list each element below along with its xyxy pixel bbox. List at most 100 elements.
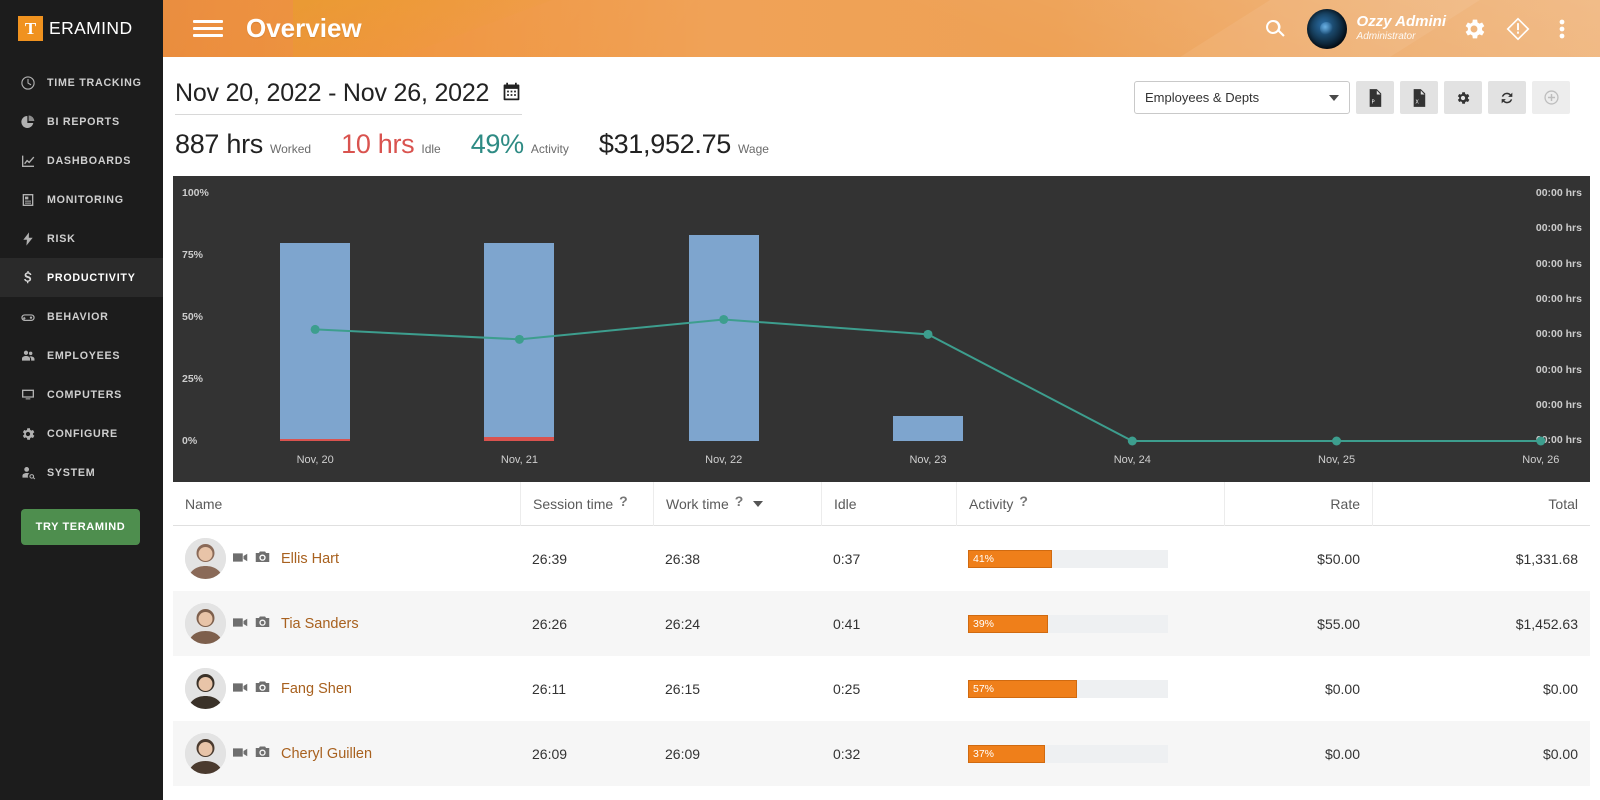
column-header-label: Total xyxy=(1548,495,1578,512)
column-header-label: Session time xyxy=(533,495,614,512)
cell-idle: 0:25 xyxy=(833,680,861,697)
sidebar-item-computers[interactable]: COMPUTERS xyxy=(0,375,163,414)
sidebar-item-label: MONITORING xyxy=(47,193,124,206)
employee-name-link[interactable]: Fang Shen xyxy=(281,681,352,697)
content-area: Nov 20, 2022 - Nov 26, 2022 Employees & … xyxy=(163,57,1600,800)
activity-percent-label: 41% xyxy=(973,552,995,565)
video-camera-icon[interactable] xyxy=(233,746,248,762)
cell-idle: 0:32 xyxy=(833,745,861,762)
help-icon[interactable]: ? xyxy=(1019,494,1028,508)
table-row[interactable]: Tia Sanders 26:26 26:24 0:41 39% $55.00 $1,452… xyxy=(173,591,1590,656)
productivity-chart[interactable]: 100% 75% 50% 25% 0% 00:00 hrs 00:00 hrs 00:00 h… xyxy=(173,176,1590,482)
cell-activity: 39% xyxy=(956,591,1224,656)
sidebar-item-dashboards[interactable]: DASHBOARDS xyxy=(0,141,163,180)
video-camera-icon[interactable] xyxy=(233,681,248,697)
user-menu[interactable]: Ozzy Admini Administrator xyxy=(1297,8,1452,49)
column-header-work[interactable]: Work time? xyxy=(653,481,821,526)
page-title: Overview xyxy=(246,13,362,43)
sidebar-item-time-tracking[interactable]: TIME TRACKING xyxy=(0,63,163,102)
column-header-name[interactable]: Name xyxy=(173,482,520,526)
table-row[interactable]: Cheryl Guillen 26:09 26:09 0:32 37% $0.00 $0.0… xyxy=(173,721,1590,786)
sidebar-item-bi-reports[interactable]: BI REPORTS xyxy=(0,102,163,141)
activity-bar-track: 57% xyxy=(968,679,1168,698)
kebab-menu-icon[interactable] xyxy=(1540,0,1584,57)
warning-diamond-icon[interactable] xyxy=(1496,0,1540,57)
export-excel-button[interactable]: X xyxy=(1400,81,1438,114)
date-range-picker[interactable]: Nov 20, 2022 - Nov 26, 2022 xyxy=(175,79,523,115)
sidebar-item-productivity[interactable]: PRODUCTIVITY xyxy=(0,258,163,297)
user-search-icon xyxy=(19,464,36,481)
refresh-button[interactable] xyxy=(1488,81,1526,114)
scope-select[interactable]: Employees & Depts xyxy=(1134,81,1350,114)
table-row[interactable]: Fang Shen 26:11 26:15 0:25 57% $0.00 $0.00 xyxy=(173,656,1590,721)
help-icon[interactable]: ? xyxy=(735,494,744,508)
calendar-icon[interactable] xyxy=(501,81,522,107)
activity-bar-fill: 39% xyxy=(968,614,1049,633)
table-row[interactable]: Ellis Hart 26:39 26:38 0:37 41% $50.00 $1,331.… xyxy=(173,526,1590,591)
column-header-label: Name xyxy=(185,495,223,512)
activity-bar-fill: 37% xyxy=(968,744,1046,763)
column-header-rate[interactable]: Rate xyxy=(1224,481,1372,526)
hamburger-icon[interactable] xyxy=(193,16,223,41)
sidebar-nav: TIME TRACKING BI REPORTS DASHBOARDS MONITOR… xyxy=(0,63,163,492)
settings-button[interactable] xyxy=(1444,81,1482,114)
sidebar-item-label: SYSTEM xyxy=(47,466,96,479)
toolbar-row: Nov 20, 2022 - Nov 26, 2022 Employees & … xyxy=(163,57,1600,115)
column-header-label: Idle xyxy=(834,495,857,512)
sidebar-item-behavior[interactable]: BEHAVIOR xyxy=(0,297,163,336)
sort-desc-icon[interactable] xyxy=(753,500,764,507)
photo-camera-icon[interactable] xyxy=(255,681,270,697)
cell-total: $1,331.68 xyxy=(1515,550,1578,567)
sidebar-item-label: COMPUTERS xyxy=(47,388,123,401)
column-header-total[interactable]: Total xyxy=(1372,481,1590,526)
column-header-idle[interactable]: Idle xyxy=(821,481,956,526)
gear-icon[interactable] xyxy=(1452,0,1496,57)
cell-idle: 0:41 xyxy=(833,615,861,632)
employee-name-link[interactable]: Ellis Hart xyxy=(281,551,339,567)
column-header-activity[interactable]: Activity? xyxy=(956,481,1224,526)
photo-camera-icon[interactable] xyxy=(255,746,270,762)
help-icon[interactable]: ? xyxy=(619,494,628,508)
dollar-icon xyxy=(19,269,36,286)
toolbar-actions: Employees & Depts P X xyxy=(1134,81,1570,114)
search-icon[interactable] xyxy=(1253,0,1297,57)
cell-session-time: 26:11 xyxy=(532,680,566,697)
stat-label: Idle xyxy=(421,142,441,156)
cell-name: Cheryl Guillen xyxy=(173,721,520,786)
employee-name-link[interactable]: Tia Sanders xyxy=(281,616,359,632)
cell-total: $1,452.63 xyxy=(1515,615,1578,632)
photo-camera-icon[interactable] xyxy=(255,616,270,632)
brand-name: ERAMIND xyxy=(49,18,133,38)
export-pdf-button[interactable]: P xyxy=(1356,81,1394,114)
video-camera-icon[interactable] xyxy=(233,551,248,567)
activity-bar-fill: 57% xyxy=(968,679,1078,698)
try-teramind-button[interactable]: TRY TERAMIND xyxy=(21,509,140,545)
cell-name: Ellis Hart xyxy=(173,526,520,591)
sidebar-item-risk[interactable]: RISK xyxy=(0,219,163,258)
cell-rate: $0.00 xyxy=(1324,745,1360,762)
cell-work-time: 26:38 xyxy=(665,550,701,567)
sidebar: T ERAMIND TIME TRACKING BI REPORTS DASHBOA… xyxy=(0,0,163,800)
brand-logo[interactable]: T ERAMIND xyxy=(0,0,163,57)
try-teramind-wrap: TRY TERAMIND xyxy=(0,492,163,545)
activity-bar-fill: 41% xyxy=(968,549,1052,568)
stat-worked: 887 hrs Worked xyxy=(175,129,311,160)
column-header-session[interactable]: Session time? xyxy=(520,481,653,526)
photo-camera-icon[interactable] xyxy=(255,551,270,567)
add-widget-button[interactable] xyxy=(1532,81,1570,114)
pie-chart-icon xyxy=(19,113,36,130)
video-camera-icon[interactable] xyxy=(233,616,248,632)
sidebar-item-monitoring[interactable]: MONITORING xyxy=(0,180,163,219)
sidebar-item-system[interactable]: SYSTEM xyxy=(0,453,163,492)
sidebar-item-label: TIME TRACKING xyxy=(47,76,142,89)
employees-table: Name Session time? Work time? Idle Activity?… xyxy=(173,481,1590,786)
top-bar: Overview Ozzy Admini Administrator xyxy=(163,0,1600,57)
stat-label: Worked xyxy=(269,142,312,156)
sidebar-item-configure[interactable]: CONFIGURE xyxy=(0,414,163,453)
svg-text:P: P xyxy=(1371,99,1374,105)
activity-percent-label: 37% xyxy=(973,747,995,760)
gear-icon xyxy=(19,425,36,442)
sidebar-item-employees[interactable]: EMPLOYEES xyxy=(0,336,163,375)
scope-select-value: Employees & Depts xyxy=(1145,90,1260,105)
employee-name-link[interactable]: Cheryl Guillen xyxy=(281,746,372,762)
